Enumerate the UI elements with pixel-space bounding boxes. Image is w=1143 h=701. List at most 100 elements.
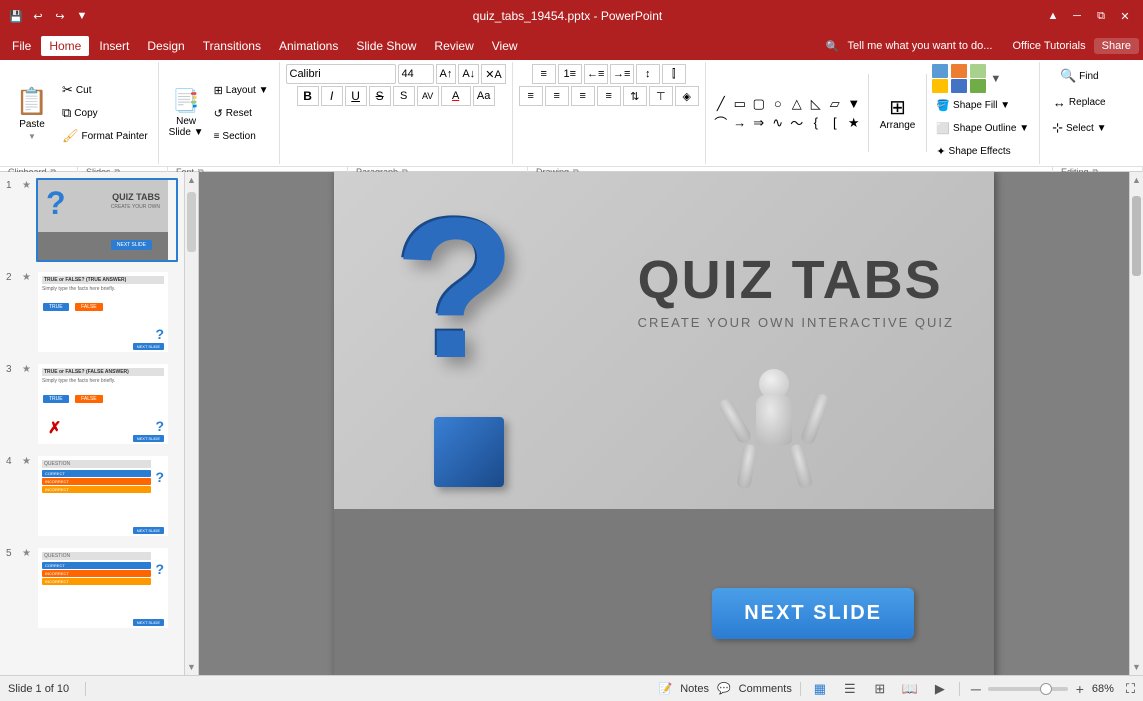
right-triangle-shape[interactable]: ◺ — [807, 95, 825, 113]
scroll-up-arrow[interactable]: ▲ — [184, 172, 199, 188]
align-left[interactable]: ≡ — [519, 86, 543, 106]
canvas-scroll-thumb[interactable] — [1132, 196, 1141, 276]
font-color-button[interactable]: A — [441, 86, 471, 106]
menu-slideshow[interactable]: Slide Show — [348, 36, 424, 56]
triangle-shape[interactable]: △ — [788, 95, 806, 113]
customize-icon[interactable]: ▼ — [74, 8, 90, 24]
reset-button[interactable]: ↺Reset — [210, 102, 273, 124]
save-icon[interactable]: 💾 — [8, 8, 24, 24]
minimize-button[interactable]: ─ — [1067, 6, 1087, 26]
underline-button[interactable]: U — [345, 86, 367, 106]
line-shape[interactable]: ╱ — [712, 95, 730, 113]
menu-file[interactable]: File — [4, 36, 39, 56]
redo-icon[interactable]: ↪ — [52, 8, 68, 24]
zoom-plus-button[interactable]: + — [1072, 681, 1088, 697]
menu-review[interactable]: Review — [426, 36, 481, 56]
rect-shape[interactable]: ▭ — [731, 95, 749, 113]
menu-insert[interactable]: Insert — [91, 36, 137, 56]
slide-thumb-4[interactable]: 4 ★ QUESTION CORRECT INCORRECT INCORRECT… — [4, 452, 180, 540]
canvas-scroll-track[interactable] — [1130, 188, 1143, 659]
share-button[interactable]: Share — [1094, 38, 1139, 54]
strikethrough-button[interactable]: S — [369, 86, 391, 106]
font-name-input[interactable] — [286, 64, 396, 84]
decrease-indent[interactable]: ←≡ — [584, 64, 608, 84]
bracket-shape[interactable]: [ — [826, 114, 844, 132]
slide-thumb-5[interactable]: 5 ★ QUESTION CORRECT INCORRECT INCORRECT… — [4, 544, 180, 632]
wave-shape[interactable]: 〜 — [788, 114, 806, 132]
ribbon-toggle-icon[interactable]: ▲ — [1045, 8, 1061, 24]
align-center[interactable]: ≡ — [545, 86, 569, 106]
curve-shape[interactable]: ∿ — [769, 114, 787, 132]
select-button[interactable]: ⊹ Select ▼ — [1046, 116, 1112, 140]
new-slide-button[interactable]: 📑 NewSlide ▼ — [165, 85, 208, 141]
notes-button[interactable]: Notes — [680, 683, 709, 695]
slide-sorter-button[interactable]: ⊞ — [869, 678, 891, 700]
shape-outline-button[interactable]: ⬜ Shape Outline ▼ — [932, 117, 1033, 139]
cut-button[interactable]: ✂Cut — [58, 79, 152, 101]
align-text[interactable]: ⊤ — [649, 86, 673, 106]
increase-indent[interactable]: →≡ — [610, 64, 634, 84]
text-direction[interactable]: ⇅ — [623, 86, 647, 106]
shape-effects-button[interactable]: ✦ Shape Effects — [932, 140, 1033, 162]
slide-thumb-1[interactable]: 1 ★ ? QUIZ TABS CREATE YOUR OWN NEXT SLI… — [4, 176, 180, 264]
text-shadow-button[interactable]: S — [393, 86, 415, 106]
slide-thumb-3[interactable]: 3 ★ TRUE or FALSE? (FALSE ANSWER) Simply… — [4, 360, 180, 448]
canvas-scroll-down[interactable]: ▼ — [1129, 659, 1143, 675]
fit-window-icon[interactable]: ⛶ — [1126, 681, 1135, 697]
slide-image-3[interactable]: TRUE or FALSE? (FALSE ANSWER) Simply typ… — [36, 362, 178, 446]
brace-shape[interactable]: { — [807, 114, 825, 132]
next-slide-button[interactable]: NEXT SLIDE — [712, 588, 914, 639]
slide-image-5[interactable]: QUESTION CORRECT INCORRECT INCORRECT ? N… — [36, 546, 178, 630]
canvas-right-scrollbar[interactable]: ▲ ▼ — [1129, 172, 1143, 675]
copy-button[interactable]: ⧉Copy — [58, 102, 152, 124]
menu-home[interactable]: Home — [41, 36, 89, 56]
zoom-minus-button[interactable]: ─ — [968, 681, 984, 697]
outline-view-button[interactable]: ☰ — [839, 678, 861, 700]
slide-thumb-2[interactable]: 2 ★ TRUE or FALSE? (TRUE ANSWER) Simply … — [4, 268, 180, 356]
zoom-slider[interactable] — [988, 687, 1068, 691]
italic-button[interactable]: I — [321, 86, 343, 106]
slideshow-button[interactable]: ▶ — [929, 678, 951, 700]
align-justify[interactable]: ≡ — [597, 86, 621, 106]
slide-image-2[interactable]: TRUE or FALSE? (TRUE ANSWER) Simply type… — [36, 270, 178, 354]
office-tutorials-link[interactable]: Office Tutorials — [1012, 40, 1085, 52]
rounded-rect-shape[interactable]: ▢ — [750, 95, 768, 113]
font-size-increase[interactable]: A↑ — [436, 64, 457, 84]
arc-shape[interactable]: ⌒ — [712, 114, 730, 132]
zoom-thumb[interactable] — [1040, 683, 1052, 695]
arrow2-shape[interactable]: ⇒ — [750, 114, 768, 132]
shape-fill-button[interactable]: 🪣 Shape Fill ▼ — [932, 94, 1033, 116]
menu-view[interactable]: View — [484, 36, 526, 56]
find-button[interactable]: 🔍 Find — [1054, 64, 1105, 88]
font-size-input[interactable] — [398, 64, 434, 84]
menu-animations[interactable]: Animations — [271, 36, 346, 56]
slide-panel-scrollbar[interactable]: ▲ ▼ — [185, 172, 199, 675]
menu-design[interactable]: Design — [139, 36, 192, 56]
arrow-shape[interactable]: → — [731, 114, 749, 132]
paste-button[interactable]: 📋 Paste ▼ — [10, 85, 54, 141]
layout-button[interactable]: ⊞Layout ▼ — [210, 79, 273, 101]
numbering-button[interactable]: 1≡ — [558, 64, 582, 84]
columns-button[interactable]: ⫿ — [662, 64, 686, 84]
canvas-scroll-up[interactable]: ▲ — [1129, 172, 1143, 188]
restore-button[interactable]: ⧉ — [1091, 6, 1111, 26]
comments-button[interactable]: Comments — [739, 683, 792, 695]
menu-search[interactable]: Tell me what you want to do... — [848, 40, 993, 52]
quick-styles-expand[interactable]: ▼ — [990, 73, 1001, 85]
bullets-button[interactable]: ≡ — [532, 64, 556, 84]
reading-view-button[interactable]: 📖 — [899, 678, 921, 700]
clear-formatting[interactable]: ✕A — [481, 64, 506, 84]
parallelogram-shape[interactable]: ▱ — [826, 95, 844, 113]
undo-icon[interactable]: ↩ — [30, 8, 46, 24]
normal-view-button[interactable]: ▦ — [809, 678, 831, 700]
slide-image-4[interactable]: QUESTION CORRECT INCORRECT INCORRECT ? N… — [36, 454, 178, 538]
font-size-btn2[interactable]: Aa — [473, 86, 495, 106]
bold-button[interactable]: B — [297, 86, 319, 106]
slide-image-1[interactable]: ? QUIZ TABS CREATE YOUR OWN NEXT SLIDE — [36, 178, 178, 262]
scroll-track[interactable] — [185, 188, 198, 659]
star-shape[interactable]: ★ — [845, 114, 863, 132]
align-right[interactable]: ≡ — [571, 86, 595, 106]
line-spacing-button[interactable]: ↕ — [636, 64, 660, 84]
smartart-button[interactable]: ◈ — [675, 86, 699, 106]
char-spacing-button[interactable]: AV — [417, 86, 439, 106]
